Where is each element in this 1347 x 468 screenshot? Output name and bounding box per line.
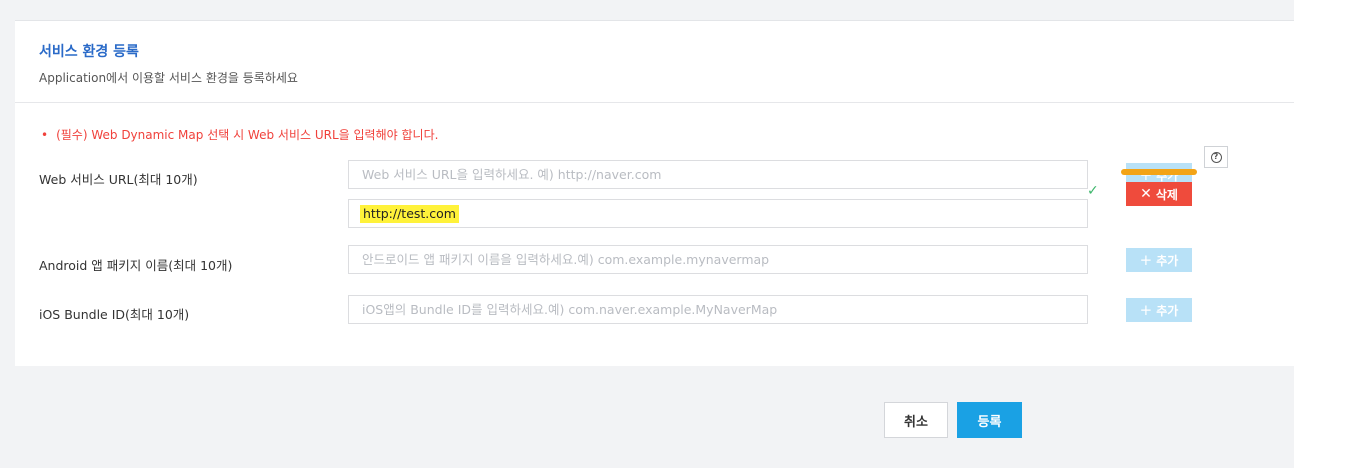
- plus-icon: +: [1139, 250, 1153, 269]
- android-package-label: Android 앱 패키지 이름(최대 10개): [39, 258, 233, 273]
- required-notice: • (필수) Web Dynamic Map 선택 시 Web 서비스 URL을 …: [41, 126, 438, 143]
- divider: [15, 102, 1294, 103]
- ios-bundle-label: iOS Bundle ID(최대 10개): [39, 307, 190, 322]
- delete-label: 삭제: [1155, 187, 1178, 202]
- android-package-field[interactable]: [348, 245, 1088, 274]
- add-android-button[interactable]: + 추가: [1126, 248, 1192, 272]
- add-label: 추가: [1156, 253, 1179, 268]
- delete-web-url-button[interactable]: ✕ 삭제: [1126, 182, 1192, 206]
- ios-bundle-input[interactable]: [349, 296, 1087, 323]
- cancel-button[interactable]: 취소: [884, 402, 948, 438]
- notice-bullet: •: [41, 128, 49, 142]
- plus-icon: +: [1139, 300, 1153, 319]
- web-url-entered-value[interactable]: http://test.com: [360, 205, 459, 223]
- page-title: 서비스 환경 등록: [39, 44, 139, 60]
- page-subtitle: Application에서 이용할 서비스 환경을 등록하세요: [39, 71, 298, 85]
- web-url-input[interactable]: [349, 161, 1087, 188]
- register-button[interactable]: 등록: [957, 402, 1022, 438]
- service-env-card: 서비스 환경 등록 Application에서 이용할 서비스 환경을 등록하세…: [15, 20, 1294, 366]
- ios-bundle-field[interactable]: [348, 295, 1088, 324]
- web-url-entry[interactable]: http://test.com: [348, 199, 1088, 228]
- add-ios-button[interactable]: + 추가: [1126, 298, 1192, 322]
- notice-text: (필수) Web Dynamic Map 선택 시 Web 서비스 URL을 입…: [56, 128, 439, 142]
- web-url-label: Web 서비스 URL(최대 10개): [39, 172, 198, 187]
- check-icon: ✓: [1087, 183, 1099, 199]
- add-label: 추가: [1156, 303, 1179, 318]
- annotation-underline: [1121, 169, 1197, 175]
- android-package-input[interactable]: [349, 246, 1087, 273]
- help-icon: ?: [1210, 151, 1222, 163]
- web-url-field[interactable]: [348, 160, 1088, 189]
- help-button[interactable]: ?: [1204, 146, 1228, 168]
- close-icon: ✕: [1140, 186, 1152, 202]
